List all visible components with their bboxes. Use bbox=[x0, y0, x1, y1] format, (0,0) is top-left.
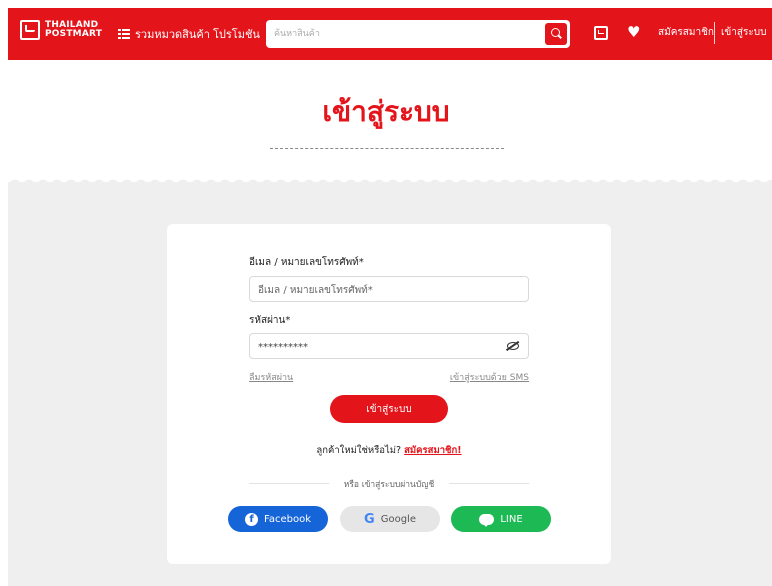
cart-icon[interactable] bbox=[594, 26, 608, 40]
line-icon bbox=[479, 513, 495, 525]
facebook-login-button[interactable]: f Facebook bbox=[228, 506, 328, 532]
line-label: LINE bbox=[500, 513, 523, 525]
search-input[interactable] bbox=[274, 25, 534, 43]
login-link[interactable]: เข้าสู่ระบบ bbox=[721, 25, 766, 40]
logo[interactable]: THAILAND POSTMART bbox=[20, 20, 102, 40]
eye-slash-icon[interactable] bbox=[507, 342, 519, 350]
password-field-box bbox=[249, 333, 529, 359]
heart-icon[interactable]: ♥ bbox=[627, 25, 640, 40]
email-label: อีเมล / หมายเลขโทรศัพท์* bbox=[249, 257, 364, 268]
header-divider bbox=[714, 22, 715, 44]
new-customer-text: ลูกค้าใหม่ใช่หรือไม่? สมัครสมาชิก! bbox=[167, 443, 611, 458]
login-button[interactable]: เข้าสู่ระบบ bbox=[330, 395, 448, 423]
new-customer-question: ลูกค้าใหม่ใช่หรือไม่? bbox=[316, 445, 402, 456]
search-button[interactable] bbox=[545, 23, 567, 45]
search-bar bbox=[266, 20, 570, 48]
register-link[interactable]: สมัครสมาชิก bbox=[658, 25, 714, 40]
logo-bag-icon bbox=[20, 20, 40, 40]
logo-line2: POSTMART bbox=[45, 29, 103, 39]
google-login-button[interactable]: G Google bbox=[340, 506, 440, 532]
facebook-icon: f bbox=[245, 512, 258, 526]
facebook-label: Facebook bbox=[264, 513, 311, 525]
divider-right bbox=[449, 483, 529, 484]
password-field[interactable] bbox=[258, 339, 498, 355]
or-login-with-text: หรือ เข้าสู่ระบบผ่านบัญชี bbox=[343, 480, 435, 490]
line-login-button[interactable]: LINE bbox=[451, 506, 551, 532]
google-icon: G bbox=[364, 511, 375, 527]
google-label: Google bbox=[380, 513, 416, 525]
menu-list-icon bbox=[118, 29, 130, 39]
top-header: THAILAND POSTMART รวมหมวดสินค้า โปรโมชัน… bbox=[8, 8, 772, 60]
categories-menu-button[interactable]: รวมหมวดสินค้า bbox=[118, 25, 210, 43]
promotion-link[interactable]: โปรโมชัน bbox=[213, 25, 260, 43]
title-divider bbox=[270, 148, 504, 149]
email-field[interactable] bbox=[258, 282, 498, 298]
categories-label: รวมหมวดสินค้า bbox=[135, 28, 210, 41]
forgot-password-link[interactable]: ลืมรหัสผ่าน bbox=[249, 370, 293, 384]
email-field-box bbox=[249, 276, 529, 302]
page-title: เข้าสู่ระบบ bbox=[322, 95, 450, 128]
login-card: อีเมล / หมายเลขโทรศัพท์* รหัสผ่าน* ลืมรห… bbox=[167, 224, 611, 564]
login-sms-link[interactable]: เข้าสู่ระบบด้วย SMS bbox=[450, 370, 529, 384]
register-now-link[interactable]: สมัครสมาชิก! bbox=[404, 445, 461, 456]
password-label: รหัสผ่าน* bbox=[249, 315, 291, 326]
